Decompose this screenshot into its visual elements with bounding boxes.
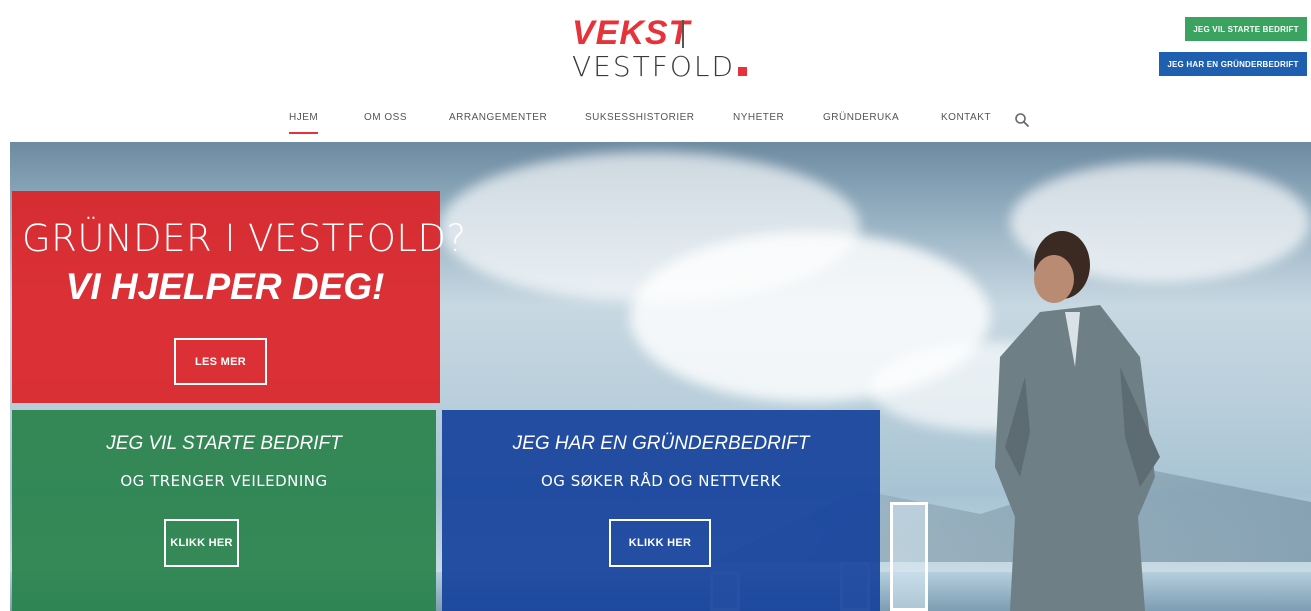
start-business-title: JEG VIL STARTE BEDRIFT — [106, 433, 342, 454]
start-business-subtitle: OG TRENGER VEILEDNING — [120, 472, 328, 490]
nav-item-hjem[interactable]: HJEM — [289, 112, 319, 134]
nav-item-nyheter[interactable]: NYHETER — [733, 112, 784, 123]
start-business-click-button[interactable]: KLIKK HER — [164, 519, 239, 567]
have-startup-top-button[interactable]: JEG HAR EN GRÜNDERBEDRIFT — [1159, 52, 1307, 76]
have-startup-click-button[interactable]: KLIKK HER — [609, 519, 711, 567]
nav-item-om-oss[interactable]: OM OSS — [364, 112, 407, 123]
businessman-image — [995, 231, 1160, 611]
search-icon[interactable] — [1014, 112, 1030, 128]
hero-subtitle: VI HJELPER DEG! — [65, 266, 385, 307]
have-startup-title: JEG HAR EN GRÜNDERBEDRIFT — [512, 433, 810, 454]
nav-item-arrangementer[interactable]: ARRANGEMENTER — [449, 112, 547, 123]
have-startup-subtitle: OG SØKER RÅD OG NETTVERK — [541, 472, 781, 490]
read-more-button[interactable]: LES MER — [174, 338, 267, 385]
nav-item-grunderuka[interactable]: GRÜNDERUKA — [823, 112, 899, 123]
site-logo[interactable]: VEKST VESTFOLD — [560, 14, 760, 84]
start-business-top-button[interactable]: JEG VIL STARTE BEDRIFT — [1185, 17, 1307, 41]
main-nav: HJEM OM OSS ARRANGEMENTER SUKSESSHISTORI… — [0, 112, 1311, 136]
hero-banner: GRÜNDER I VESTFOLD? VI HJELPER DEG! LES … — [10, 142, 1311, 611]
logo-text-vestfold: VESTFOLD — [572, 50, 748, 83]
nav-item-suksesshistorier[interactable]: SUKSESSHISTORIER — [585, 112, 695, 123]
logo-text-vekst: VEKST — [572, 14, 691, 52]
logo-dot — [738, 67, 748, 76]
nav-item-kontakt[interactable]: KONTAKT — [941, 112, 991, 123]
hero-title: GRÜNDER I VESTFOLD? — [22, 217, 467, 260]
logo-divider — [682, 20, 684, 48]
door-frame — [890, 502, 928, 611]
